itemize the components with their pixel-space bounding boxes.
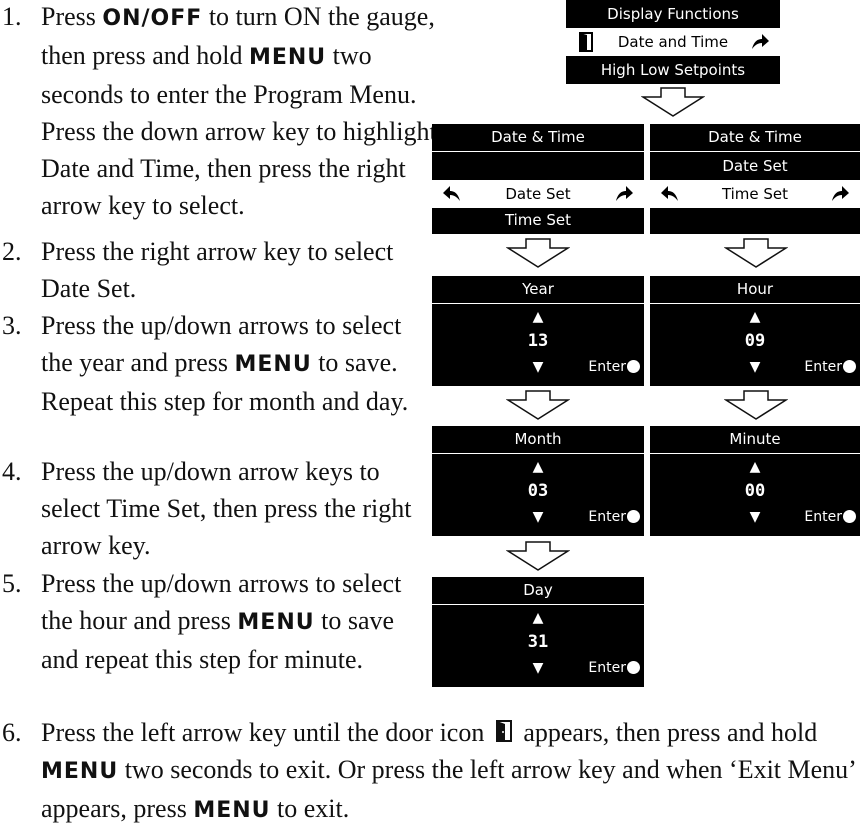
up-arrow-icon: ▲ [749,459,761,475]
step-text: Press the up/down arrows to select the h… [41,565,420,678]
screen-title: Hour [650,276,860,304]
screen-title: Minute [650,426,860,454]
enter-dot-icon [843,510,856,523]
screen-title: Day [432,577,644,605]
up-arrow-icon: ▲ [532,309,544,325]
step-1: 1. Press ON/OFF to turn ON the gauge, th… [0,0,440,224]
step-text: Press the up/down arrows to select the y… [41,307,420,420]
step-5: 5. Press the up/down arrows to select th… [0,565,420,678]
flow-arrow-icon [506,541,570,571]
screen-year: Year ▲ 13 ▼ Enter [432,276,644,386]
enter-label: Enter [588,660,626,676]
step-number: 3. [2,311,22,340]
menu-item-high-low-setpoints: High Low Setpoints [600,61,746,79]
enter-label: Enter [588,359,626,375]
menu-item-date-set: Date Set [432,180,644,208]
enter-indicator: Enter [804,509,856,525]
key-menu: MENU [234,352,312,377]
menu-item-time-set: Time Set [650,180,860,208]
menu-item-label: Date and Time [617,33,729,51]
enter-indicator: Enter [804,359,856,375]
enter-dot-icon [627,360,640,373]
step-number: 2. [2,237,22,266]
enter-label: Enter [804,359,842,375]
text-run: Press the left arrow key until the door … [41,718,491,747]
text-run: to exit. [270,794,350,823]
day-value: 31 [527,632,549,652]
key-menu: MENU [248,45,327,70]
screen-hour: Hour ▲ 09 ▼ Enter [650,276,860,386]
right-arrow-icon [752,34,769,49]
enter-label: Enter [588,509,626,525]
door-icon [495,720,512,742]
up-arrow-icon: ▲ [532,459,544,475]
back-arrow-icon [661,186,678,201]
step-number: 1. [2,2,22,31]
month-value: 03 [527,481,549,501]
key-menu: MENU [41,759,119,784]
right-arrow-icon [616,186,633,201]
text-run: Press [41,2,103,31]
flow-arrow-icon [724,390,788,420]
step-number: 4. [2,457,22,486]
enter-label: Enter [804,509,842,525]
menu-item-empty [650,206,860,234]
minute-value: 00 [744,481,766,501]
right-arrow-icon [832,186,849,201]
screen-date-time-date-set: Date & Time Date Set Time Set [432,124,644,234]
screen-title: Date & Time [650,124,860,152]
step-4: 4. Press the up/down arrow keys to selec… [0,453,420,564]
door-icon [579,32,593,52]
back-arrow-icon [443,186,460,201]
menu-item-empty [432,152,644,180]
enter-indicator: Enter [588,509,640,525]
flow-arrow-icon [724,238,788,268]
menu-item-display-functions: Display Functions [607,5,739,23]
text-run: two seconds to exit. Or press the left a… [41,755,855,823]
step-3: 3. Press the up/down arrows to select th… [0,307,420,420]
step-text: Press the left arrow key until the door … [41,714,860,829]
menu-item-date-and-time: Date and Time [566,28,780,56]
up-arrow-icon: ▲ [532,610,544,626]
enter-dot-icon [627,661,640,674]
year-value: 13 [527,331,549,351]
screen-title: Month [432,426,644,454]
key-on-off: ON/OFF [102,6,203,31]
enter-dot-icon [843,360,856,373]
screen-title: Date & Time [432,124,644,152]
step-number: 5. [2,569,22,598]
flow-arrow-icon [506,238,570,268]
key-menu: MENU [193,798,271,823]
menu-item-label: Date Set [505,185,571,203]
step-text: Press ON/OFF to turn ON the gauge, then … [41,0,440,224]
menu-item-time-set: Time Set [504,211,572,229]
enter-indicator: Enter [588,359,640,375]
step-text: Press the up/down arrow keys to select T… [41,457,412,560]
step-text: Press the right arrow key to select Date… [41,237,394,303]
screen-date-time-time-set: Date & Time Date Set Time Set [650,124,860,234]
hour-value: 09 [744,331,766,351]
screen-month: Month ▲ 03 ▼ Enter [432,426,644,536]
flow-arrow-icon [641,87,705,117]
enter-indicator: Enter [588,660,640,676]
text-run: appears, then press and hold [516,718,818,747]
screen-main-menu: Display Functions Date and Time High Low… [566,0,780,84]
step-2: 2. Press the right arrow key to select D… [0,233,420,307]
menu-item-label: Time Set [721,185,789,203]
step-number: 6. [2,718,22,747]
up-arrow-icon: ▲ [749,309,761,325]
enter-dot-icon [627,510,640,523]
screen-day: Day ▲ 31 ▼ Enter [432,577,644,687]
flow-arrow-icon [506,390,570,420]
menu-item-date-set: Date Set [722,157,788,175]
screen-title: Year [432,276,644,304]
step-6: 6. Press the left arrow key until the do… [0,714,860,829]
screen-minute: Minute ▲ 00 ▼ Enter [650,426,860,536]
key-menu: MENU [237,610,315,635]
